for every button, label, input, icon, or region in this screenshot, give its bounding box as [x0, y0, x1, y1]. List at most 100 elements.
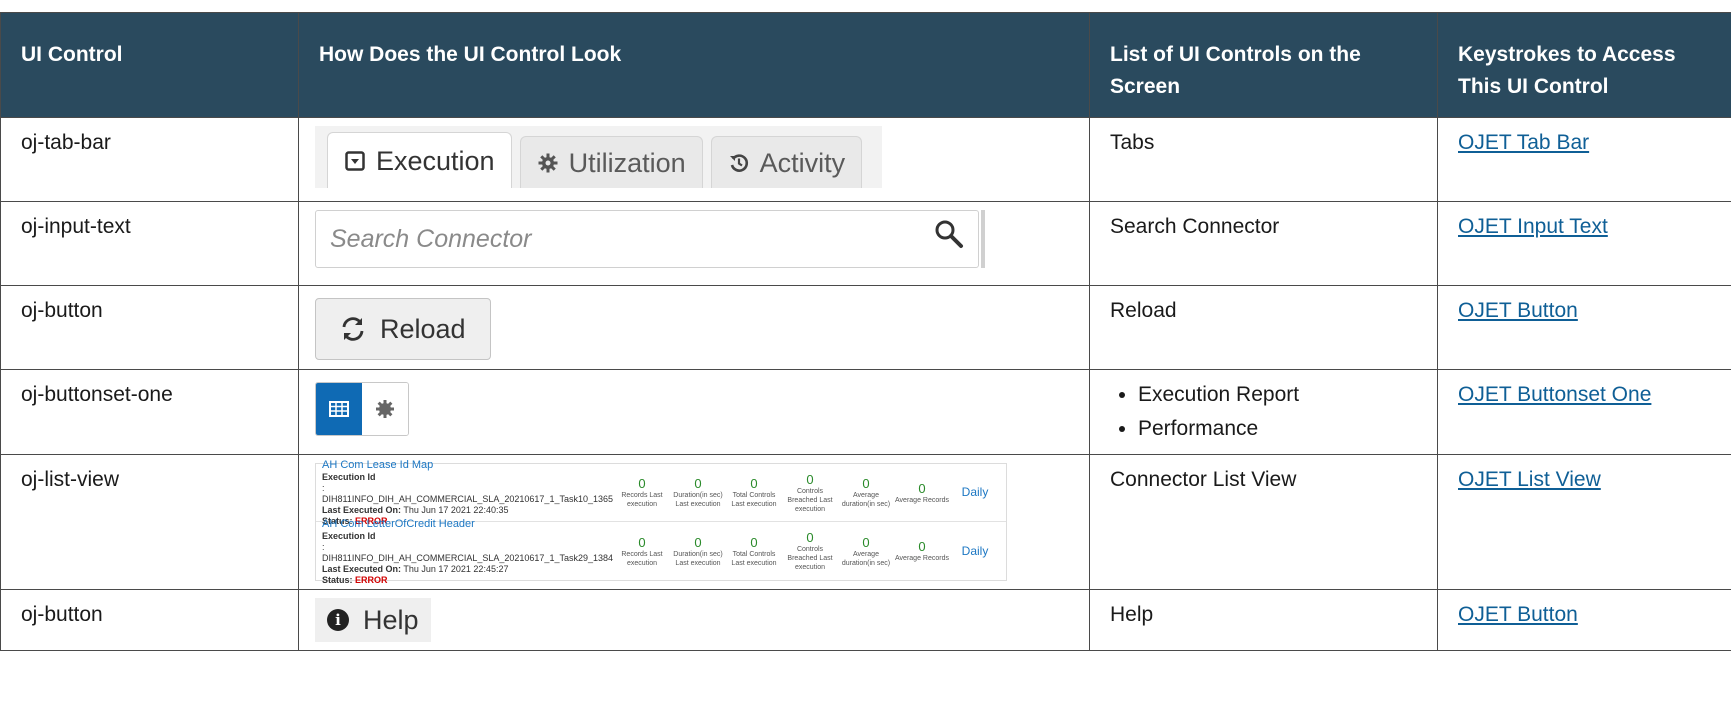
keystrokes-link[interactable]: OJET Tab Bar — [1458, 131, 1589, 154]
metric: 0Average duration(in sec) — [838, 535, 894, 568]
metric: 0Controls Breached Last execution — [782, 472, 838, 514]
tab-utilization[interactable]: Utilization — [520, 136, 703, 188]
keystrokes-link[interactable]: OJET Button — [1458, 299, 1578, 322]
last-executed: Thu Jun 17 2021 22:40:35 — [403, 505, 508, 515]
metric: 0Total Controls Last execution — [726, 476, 782, 509]
metric-caption: Controls Breached Last execution — [782, 545, 838, 572]
control-name: oj-button — [1, 590, 299, 651]
divider — [981, 210, 985, 268]
look-cell — [299, 370, 1090, 455]
metric: 0Controls Breached Last execution — [782, 530, 838, 572]
metric-value: 0 — [670, 476, 726, 491]
metric-value: 0 — [894, 481, 950, 496]
list-item[interactable]: AH Com Lease Id Map Execution Id : DIH81… — [316, 464, 1006, 522]
search-placeholder: Search Connector — [330, 222, 532, 256]
tab-execution[interactable]: Execution — [327, 132, 512, 188]
metric-value: 0 — [614, 476, 670, 491]
controls-list: Help — [1090, 590, 1438, 651]
controls-list: Tabs — [1090, 118, 1438, 202]
keystrokes-link[interactable]: OJET List View — [1458, 468, 1601, 491]
header-list: List of UI Controls on the Screen — [1090, 13, 1438, 118]
header-row: UI Control How Does the UI Control Look … — [1, 13, 1731, 118]
metric-value: 0 — [670, 535, 726, 550]
gear-icon — [537, 152, 559, 174]
metric-caption: Records Last execution — [614, 550, 670, 568]
metric: 0Duration(in sec) Last execution — [670, 535, 726, 568]
metric-value: 0 — [838, 535, 894, 550]
control-name: oj-list-view — [1, 455, 299, 590]
look-cell: i Help — [299, 590, 1090, 651]
last-executed: Thu Jun 17 2021 22:45:27 — [403, 564, 508, 574]
metric-caption: Average Records — [894, 496, 950, 505]
metric: 0Average Records — [894, 481, 950, 505]
execution-id: : DIH811INFO_DIH_AH_COMMERCIAL_SLA_20210… — [322, 542, 614, 564]
look-cell: Search Connector — [299, 202, 1090, 286]
buttonset-sample — [315, 382, 409, 436]
keystrokes-cell: OJET Input Text — [1438, 202, 1731, 286]
metric-caption: Records Last execution — [614, 491, 670, 509]
table-row: oj-input-text Search Connector Search Co… — [1, 202, 1731, 286]
frequency-link[interactable]: Daily — [950, 546, 1000, 557]
refresh-icon — [340, 316, 366, 342]
keystrokes-cell: OJET List View — [1438, 455, 1731, 590]
tab-label: Execution — [376, 144, 495, 178]
keystrokes-cell: OJET Button — [1438, 286, 1731, 370]
execution-id-label: Execution Id — [322, 472, 614, 483]
control-name: oj-button — [1, 286, 299, 370]
tab-bar-sample: Execution Utilization Activity — [315, 126, 882, 188]
metric-caption: Average Records — [894, 554, 950, 563]
status-label: Status: — [322, 575, 353, 585]
execution-id: : DIH811INFO_DIH_AH_COMMERCIAL_SLA_20210… — [322, 483, 614, 505]
metric: 0Duration(in sec) Last execution — [670, 476, 726, 509]
metric: 0Average Records — [894, 539, 950, 563]
reload-label: Reload — [380, 312, 466, 346]
connector-name[interactable]: AH Com LetterOfCredit Header — [322, 517, 614, 531]
keystrokes-link[interactable]: OJET Button — [1458, 603, 1578, 626]
table-view-button[interactable] — [316, 383, 362, 435]
keystrokes-cell: OJET Tab Bar — [1438, 118, 1731, 202]
metric-caption: Total Controls Last execution — [726, 550, 782, 568]
metric-caption: Duration(in sec) Last execution — [670, 491, 726, 509]
history-icon — [728, 152, 750, 174]
keystrokes-cell: OJET Button — [1438, 590, 1731, 651]
search-input[interactable]: Search Connector — [315, 210, 979, 268]
header-keystrokes: Keystrokes to Access This UI Control — [1438, 13, 1731, 118]
header-look: How Does the UI Control Look — [299, 13, 1090, 118]
performance-view-button[interactable] — [362, 383, 408, 435]
table-row: oj-button i Help Help OJET Button — [1, 590, 1731, 651]
list-item: Execution Report — [1138, 378, 1417, 412]
tab-activity[interactable]: Activity — [711, 136, 863, 188]
gear-icon — [375, 399, 395, 419]
metric: 0Records Last execution — [614, 535, 670, 568]
metric-value: 0 — [726, 535, 782, 550]
metric-value: 0 — [614, 535, 670, 550]
controls-list: Reload — [1090, 286, 1438, 370]
connector-name[interactable]: AH Com Lease Id Map — [322, 458, 614, 472]
metric-value: 0 — [782, 530, 838, 545]
look-cell: Reload — [299, 286, 1090, 370]
search-icon[interactable] — [934, 219, 964, 260]
look-cell: AH Com Lease Id Map Execution Id : DIH81… — [299, 455, 1090, 590]
table-icon — [329, 401, 349, 417]
controls-list: Execution Report Performance — [1090, 370, 1438, 455]
help-button[interactable]: i Help — [315, 598, 431, 642]
table-row: oj-buttonset-one Execution Report Perfor… — [1, 370, 1731, 455]
metric-caption: Duration(in sec) Last execution — [670, 550, 726, 568]
table-row: oj-list-view AH Com Lease Id Map Executi… — [1, 455, 1731, 590]
look-cell: Execution Utilization Activity — [299, 118, 1090, 202]
last-executed-label: Last Executed On: — [322, 505, 401, 515]
frequency-link[interactable]: Daily — [950, 487, 1000, 498]
keystrokes-link[interactable]: OJET Input Text — [1458, 215, 1608, 238]
metric: 0Average duration(in sec) — [838, 476, 894, 509]
execution-id-label: Execution Id — [322, 531, 614, 542]
metric-caption: Total Controls Last execution — [726, 491, 782, 509]
reload-button[interactable]: Reload — [315, 298, 491, 360]
keystrokes-link[interactable]: OJET Buttonset One — [1458, 383, 1651, 406]
metric-caption: Average duration(in sec) — [838, 491, 894, 509]
list-item[interactable]: AH Com LetterOfCredit Header Execution I… — [316, 522, 1006, 580]
metric-value: 0 — [726, 476, 782, 491]
metric: 0Records Last execution — [614, 476, 670, 509]
metric-caption: Average duration(in sec) — [838, 550, 894, 568]
help-label: Help — [363, 603, 419, 637]
list-item: Performance — [1138, 412, 1417, 446]
